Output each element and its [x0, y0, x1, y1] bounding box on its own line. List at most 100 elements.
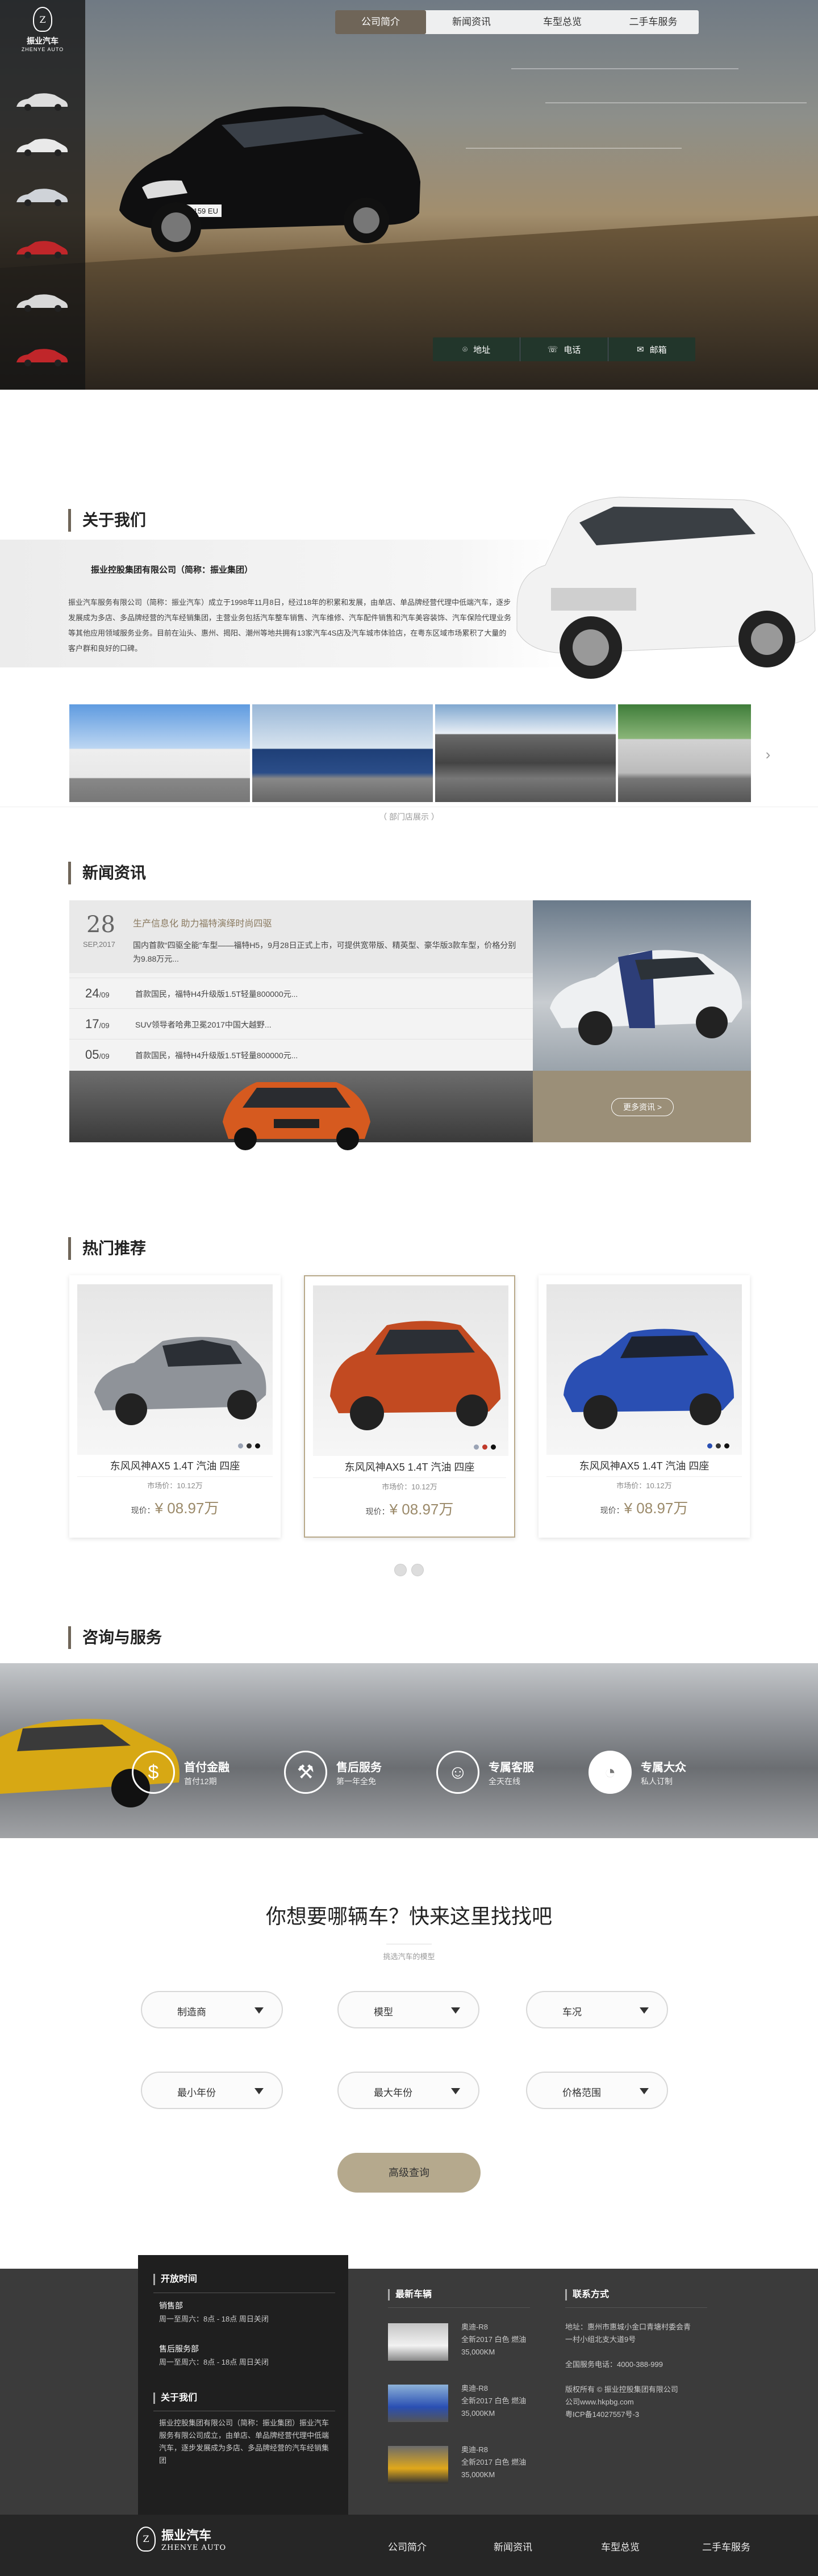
- hot-car-card[interactable]: 东风风神AX5 1.4T 汽油 四座 市场价：10.12万 现价：¥ 08.97…: [304, 1275, 515, 1538]
- about-section-title: 关于我们: [68, 509, 146, 532]
- min-year-select[interactable]: 最小年份: [141, 2072, 283, 2109]
- latest-car-info[interactable]: 奥迪-R8 全新2017 白色 燃油 35,000KM: [461, 2321, 526, 2358]
- latest-car-thumb[interactable]: [388, 2446, 448, 2483]
- bottom-nav-company[interactable]: 公司简介: [388, 2539, 427, 2553]
- nav-item-news[interactable]: 新闻资讯: [426, 10, 517, 34]
- footer-logo[interactable]: Z 振业汽车 ZHENYE AUTO: [136, 2525, 226, 2552]
- color-swatch[interactable]: [482, 1444, 487, 1450]
- service-item[interactable]: ☺ 专属客服全天在线: [436, 1744, 534, 1801]
- service-title: 售后服务: [336, 1761, 382, 1774]
- news-item[interactable]: 17/09 SUV领导者哈弗卫冕2017中国大越野...: [69, 1008, 533, 1039]
- color-swatches: [707, 1443, 729, 1448]
- select-label: 最小年份: [177, 2087, 216, 2098]
- condition-select[interactable]: 车况: [526, 1991, 668, 2028]
- store-photo[interactable]: [252, 704, 433, 802]
- motion-streak: [466, 148, 682, 149]
- nav-item-used-cars[interactable]: 二手车服务: [608, 10, 699, 34]
- service-subtitle: 全天在线: [489, 1776, 520, 1786]
- sidebar-car-thumb[interactable]: [14, 185, 70, 208]
- bottom-nav-used-cars[interactable]: 二手车服务: [702, 2539, 750, 2553]
- news-feature-body: 国内首款“四驱全能”车型——福特H5，9月28日正式上市，可提供宽带版、精英型、…: [133, 941, 516, 963]
- mail-icon: ✉: [637, 345, 644, 354]
- manufacturer-select[interactable]: 制造商: [141, 1991, 283, 2028]
- latest-car-info[interactable]: 奥迪-R8 全新2017 白色 燃油 35,000KM: [461, 2444, 526, 2481]
- color-swatch[interactable]: [707, 1443, 712, 1448]
- color-swatch[interactable]: [238, 1443, 243, 1448]
- contact-mail-label: 邮箱: [649, 345, 667, 355]
- contact-address-button[interactable]: ⌾ 地址: [433, 337, 521, 361]
- footer-hours-panel: [138, 2255, 348, 2515]
- news-item-day: 05/09: [85, 1047, 110, 1062]
- sidebar-car-thumb[interactable]: [14, 90, 70, 112]
- hot-car-price: 现价：¥ 08.97万: [131, 1500, 219, 1517]
- hot-car-card[interactable]: 东风风神AX5 1.4T 汽油 四座 市场价：10.12万 现价：¥ 08.97…: [69, 1275, 281, 1538]
- store-photo[interactable]: [69, 704, 250, 802]
- latest-car-info[interactable]: 奥迪-R8 全新2017 白色 燃油 35,000KM: [461, 2382, 526, 2420]
- price-range-select[interactable]: 价格范围: [526, 2072, 668, 2109]
- contact-phone-button[interactable]: ☏ 电话: [520, 337, 608, 361]
- news-more-button[interactable]: 更多资讯 >: [611, 1098, 674, 1116]
- color-swatch[interactable]: [491, 1444, 496, 1450]
- nav-item-company[interactable]: 公司简介: [335, 10, 426, 34]
- service-title: 专属客服: [489, 1761, 534, 1774]
- brand-name-en: ZHENYE AUTO: [21, 47, 64, 52]
- color-swatch[interactable]: [724, 1443, 729, 1448]
- color-swatch[interactable]: [247, 1443, 252, 1448]
- service-title: 专属大众: [641, 1761, 686, 1774]
- news-item[interactable]: 24/09 首款国民，福特H4升级版1.5T轻量800000元...: [69, 978, 533, 1008]
- hot-car-name: 东风风神AX5 1.4T 汽油 四座: [344, 1462, 475, 1473]
- advanced-search-button[interactable]: 高级查询: [337, 2153, 481, 2193]
- location-pin-icon: ⌾: [462, 344, 468, 354]
- hot-car-image: [94, 1337, 266, 1425]
- footer-hours-title: 开放时间: [153, 2274, 197, 2285]
- store-photo[interactable]: [618, 704, 751, 802]
- dollar-icon: $: [132, 1751, 175, 1794]
- service-item[interactable]: ⚒ 售后服务 第一年全免: [284, 1744, 382, 1801]
- triangle-down-icon: [451, 2088, 460, 2094]
- top-nav: 公司简介 新闻资讯 车型总览 二手车服务: [335, 10, 699, 34]
- service-item[interactable]: $ 首付金融首付12期: [132, 1744, 229, 1801]
- store-photo[interactable]: [435, 704, 616, 802]
- about-description: 振业汽车服务有限公司（简称：振业汽车）成立于1998年11月8日，经过18年的积…: [68, 598, 512, 653]
- hot-car-card[interactable]: 东风风神AX5 1.4T 汽油 四座 市场价：10.12万 现价：¥ 08.97…: [539, 1275, 750, 1538]
- person-icon: ☺: [436, 1751, 479, 1794]
- motion-streak: [545, 102, 807, 103]
- service-title: 首付金融: [184, 1761, 229, 1774]
- contact-address: 地址：惠州市惠城小金口青塘村委会青一村小组北支大道9号: [565, 2323, 691, 2344]
- model-select[interactable]: 模型: [337, 1991, 479, 2028]
- copyright-text: 版权所有 © 振业控股集团有限公司: [565, 2385, 678, 2394]
- sidebar-car-thumb[interactable]: [14, 135, 70, 158]
- gallery-next-button[interactable]: ›: [761, 743, 775, 766]
- latest-car-thumb[interactable]: [388, 2385, 448, 2422]
- select-label: 最大年份: [374, 2087, 412, 2098]
- sidebar-car-thumb[interactable]: [14, 291, 70, 314]
- wrench-icon: ⚒: [284, 1751, 327, 1794]
- news-feature-title[interactable]: 生产信息化 助力福特演绎时尚四驱: [133, 916, 272, 929]
- color-swatch[interactable]: [474, 1444, 479, 1450]
- sidebar-car-thumb[interactable]: [14, 237, 70, 260]
- latest-car-thumb[interactable]: [388, 2323, 448, 2361]
- pie-icon: ◔: [589, 1751, 632, 1794]
- triangle-down-icon: [640, 2007, 649, 2014]
- select-label: 模型: [374, 2007, 393, 2018]
- news-section-title: 新闻资讯: [68, 862, 146, 884]
- nav-item-models[interactable]: 车型总览: [517, 10, 608, 34]
- pager-next-button[interactable]: [411, 1564, 424, 1576]
- divider: [565, 2307, 707, 2308]
- color-swatch[interactable]: [255, 1443, 260, 1448]
- hot-car-image-frame: [546, 1284, 742, 1455]
- pager-prev-button[interactable]: [394, 1564, 407, 1576]
- color-swatch[interactable]: [716, 1443, 721, 1448]
- bottom-nav-news[interactable]: 新闻资讯: [494, 2539, 532, 2553]
- sales-dept-label: 销售部: [159, 2301, 183, 2310]
- contact-mail-button[interactable]: ✉ 邮箱: [608, 337, 695, 361]
- max-year-select[interactable]: 最大年份: [337, 2072, 479, 2109]
- hot-section-title: 热门推荐: [68, 1237, 146, 1260]
- service-item[interactable]: ◔ 专属大众 私人订制: [589, 1744, 686, 1801]
- news-item-day: 24/09: [85, 986, 110, 1000]
- bottom-nav-models[interactable]: 车型总览: [601, 2539, 640, 2553]
- service-subtitle: 首付12期: [184, 1776, 217, 1786]
- brand-logo[interactable]: Z 振业汽车 ZHENYE AUTO: [7, 7, 78, 72]
- sidebar-car-thumb[interactable]: [14, 345, 70, 368]
- company-website[interactable]: 公司www.hkpbg.com: [565, 2396, 634, 2408]
